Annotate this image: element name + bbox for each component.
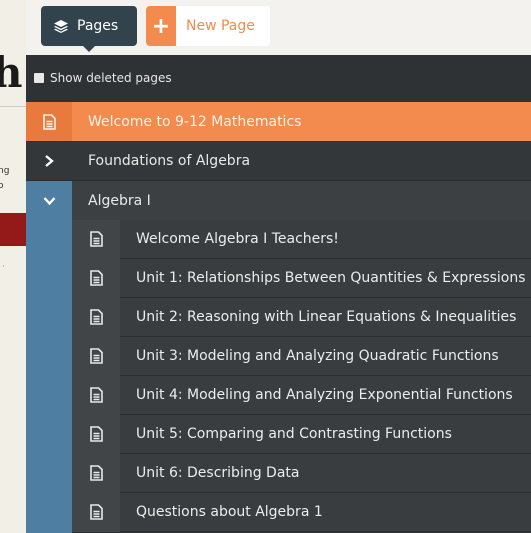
pages-toolbar: Pages + New Page	[26, 0, 531, 55]
document-icon	[26, 102, 72, 141]
subpage-item-label: Welcome Algebra I Teachers!	[136, 231, 339, 247]
expanded-marker	[26, 220, 72, 533]
layers-icon	[53, 19, 69, 33]
subpage-item[interactable]: Unit 1: Relationships Between Quantities…	[72, 258, 531, 298]
background-text-fragment: ng	[0, 166, 10, 176]
new-page-button-label: New Page	[186, 18, 255, 34]
pages-panel: Show deleted pages Welcome to 9-12 Mathe…	[26, 55, 531, 533]
document-icon	[72, 375, 120, 415]
pages-button[interactable]: Pages	[41, 6, 137, 52]
show-deleted-checkbox[interactable]	[34, 73, 44, 83]
subpage-item[interactable]: Unit 4: Modeling and Analyzing Exponenti…	[72, 375, 531, 415]
background-banner	[0, 213, 26, 246]
subpage-item-label: Questions about Algebra 1	[136, 504, 323, 520]
document-icon	[72, 453, 120, 493]
background-page: h ng o ·	[0, 0, 26, 533]
chevron-right-icon[interactable]	[26, 142, 72, 181]
new-page-button[interactable]: + New Page	[146, 6, 270, 46]
page-item-label: Algebra I	[88, 192, 151, 209]
page-item-foundations[interactable]: Foundations of Algebra	[26, 142, 531, 181]
document-icon	[72, 258, 120, 298]
document-icon	[72, 219, 120, 259]
background-heading-fragment: h	[0, 48, 23, 97]
pages-button-label: Pages	[77, 18, 119, 34]
document-icon	[72, 492, 120, 532]
page-item-label: Welcome to 9-12 Mathematics	[88, 113, 302, 130]
subpage-item[interactable]: Questions about Algebra 1	[72, 492, 531, 532]
background-text-fragment: o	[0, 181, 4, 191]
subpage-item-label: Unit 4: Modeling and Analyzing Exponenti…	[136, 387, 513, 403]
subpage-item-label: Unit 6: Describing Data	[136, 465, 300, 481]
document-icon	[72, 336, 120, 376]
subpage-item-label: Unit 2: Reasoning with Linear Equations …	[136, 309, 517, 325]
subpage-item[interactable]: Welcome Algebra I Teachers!	[72, 219, 531, 259]
subpage-item[interactable]: Unit 6: Describing Data	[72, 453, 531, 493]
subpage-item-label: Unit 3: Modeling and Analyzing Quadratic…	[136, 348, 499, 364]
subpage-item[interactable]: Unit 3: Modeling and Analyzing Quadratic…	[72, 336, 531, 376]
subpage-item-label: Unit 5: Comparing and Contrasting Functi…	[136, 426, 452, 442]
background-divider	[0, 106, 26, 107]
page-item-algebra-1[interactable]: Algebra I	[26, 181, 531, 220]
chevron-down-icon[interactable]	[26, 181, 72, 220]
subpage-item-label: Unit 1: Relationships Between Quantities…	[136, 270, 526, 286]
show-deleted-toggle[interactable]: Show deleted pages	[26, 55, 531, 101]
page-item-label: Foundations of Algebra	[88, 153, 251, 169]
plus-icon: +	[146, 6, 176, 46]
background-dots: ·	[2, 262, 5, 272]
show-deleted-label: Show deleted pages	[50, 71, 172, 85]
document-icon	[72, 297, 120, 337]
page-item-welcome[interactable]: Welcome to 9-12 Mathematics	[26, 102, 531, 141]
document-icon	[72, 414, 120, 454]
subpage-item[interactable]: Unit 5: Comparing and Contrasting Functi…	[72, 414, 531, 454]
subpage-item[interactable]: Unit 2: Reasoning with Linear Equations …	[72, 297, 531, 337]
